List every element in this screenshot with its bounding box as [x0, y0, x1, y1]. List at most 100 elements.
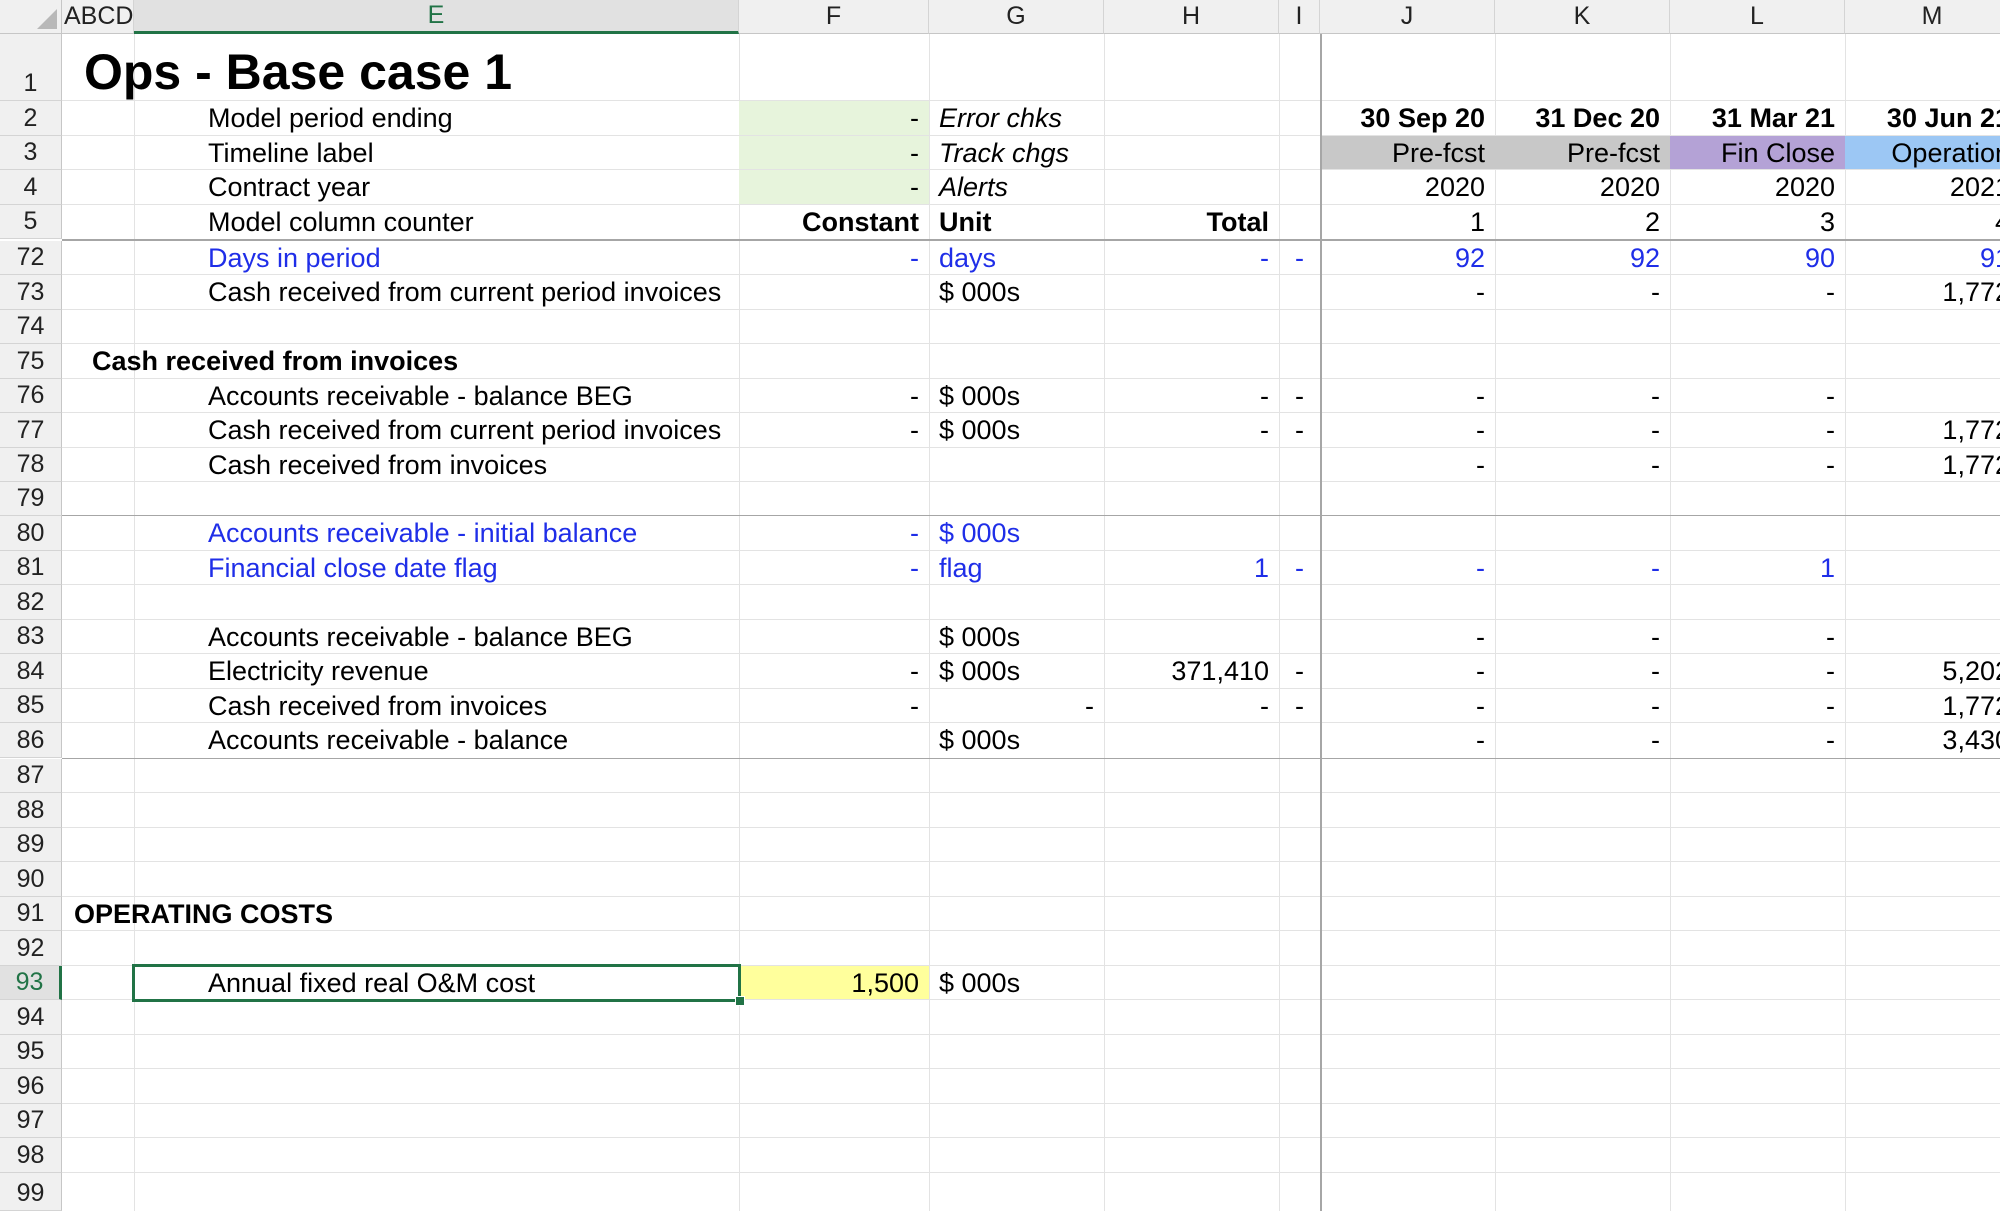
label-cell[interactable]: Cash received from current period invoic…: [134, 413, 739, 448]
total-cell[interactable]: -: [1104, 413, 1279, 448]
value-cell[interactable]: -: [1495, 275, 1670, 310]
value-cell[interactable]: -: [1495, 689, 1670, 723]
timeline-label-cell[interactable]: Operation: [1845, 136, 2000, 170]
row-header[interactable]: 75: [0, 344, 62, 379]
label-cell[interactable]: Accounts receivable - initial balance: [134, 516, 739, 551]
label-cell[interactable]: Contract year: [134, 170, 739, 205]
row-header[interactable]: 99: [0, 1173, 62, 1211]
unit-cell[interactable]: days: [929, 241, 1104, 275]
value-cell[interactable]: -: [1320, 275, 1495, 310]
unit-cell[interactable]: $ 000s: [929, 275, 1104, 310]
label-cell[interactable]: Electricity revenue: [134, 654, 739, 689]
value-cell[interactable]: -: [1670, 413, 1845, 448]
row-header[interactable]: 4: [0, 170, 62, 205]
unit-cell[interactable]: flag: [929, 551, 1104, 585]
alerts-label[interactable]: Alerts: [929, 170, 1104, 205]
column-header-e[interactable]: E: [134, 0, 739, 34]
check-cell[interactable]: -: [1279, 379, 1320, 413]
row-header[interactable]: 94: [0, 1000, 62, 1035]
timeline-label-cell[interactable]: Pre-fcst: [1495, 136, 1670, 170]
row-header[interactable]: 2: [0, 101, 62, 136]
row-header[interactable]: 79: [0, 482, 62, 516]
value-cell[interactable]: -: [1495, 413, 1670, 448]
row-header[interactable]: 72: [0, 241, 62, 275]
value-cell[interactable]: 5,202: [1845, 654, 2000, 689]
period-date[interactable]: 31 Mar 21: [1670, 101, 1845, 136]
row-header[interactable]: 76: [0, 379, 62, 413]
active-cell-selection[interactable]: [132, 964, 741, 1002]
value-cell[interactable]: 2021: [1845, 170, 2000, 205]
total-cell[interactable]: -: [1104, 379, 1279, 413]
label-cell[interactable]: Financial close date flag: [134, 551, 739, 585]
value-cell[interactable]: 91: [1845, 241, 2000, 275]
value-cell[interactable]: -: [1670, 689, 1845, 723]
row-header[interactable]: 84: [0, 654, 62, 689]
value-cell[interactable]: -: [1495, 620, 1670, 654]
row-header-selected[interactable]: 93: [0, 966, 62, 1000]
fill-handle[interactable]: [735, 996, 745, 1006]
section-subheading[interactable]: Cash received from invoices: [84, 344, 684, 379]
value-cell[interactable]: -: [1845, 620, 2000, 654]
total-cell[interactable]: 371,410: [1104, 654, 1279, 689]
check-cell[interactable]: -: [1279, 689, 1320, 723]
value-cell[interactable]: -: [1845, 551, 2000, 585]
value-cell[interactable]: 3: [1670, 205, 1845, 239]
label-cell[interactable]: Cash received from current period invoic…: [134, 275, 739, 310]
value-cell[interactable]: 3,430: [1845, 723, 2000, 758]
check-cell[interactable]: -: [739, 101, 929, 136]
row-header[interactable]: 89: [0, 828, 62, 862]
row-header[interactable]: 74: [0, 310, 62, 344]
column-header-i[interactable]: I: [1279, 0, 1320, 34]
value-cell[interactable]: -: [1670, 654, 1845, 689]
label-cell[interactable]: Cash received from invoices: [134, 448, 739, 482]
row-header[interactable]: 87: [0, 759, 62, 793]
select-all-corner[interactable]: [0, 0, 62, 34]
column-header-k[interactable]: K: [1495, 0, 1670, 34]
header-constant[interactable]: Constant: [739, 205, 929, 239]
header-total[interactable]: Total: [1104, 205, 1279, 239]
unit-cell[interactable]: $ 000s: [929, 413, 1104, 448]
label-cell[interactable]: Model column counter: [134, 205, 739, 239]
row-header[interactable]: 96: [0, 1069, 62, 1104]
timeline-label-cell[interactable]: Pre-fcst: [1320, 136, 1495, 170]
row-header[interactable]: 1: [0, 34, 62, 101]
label-cell[interactable]: Timeline label: [134, 136, 739, 170]
value-cell[interactable]: -: [739, 379, 929, 413]
value-cell[interactable]: -: [1670, 379, 1845, 413]
check-cell[interactable]: -: [1279, 551, 1320, 585]
total-cell[interactable]: 1: [1104, 551, 1279, 585]
row-header[interactable]: 98: [0, 1138, 62, 1173]
value-cell[interactable]: 1,772: [1845, 275, 2000, 310]
value-cell[interactable]: -: [739, 654, 929, 689]
input-cell[interactable]: 1,500: [739, 966, 929, 1000]
value-cell[interactable]: -: [1670, 448, 1845, 482]
value-cell[interactable]: -: [1495, 448, 1670, 482]
row-header[interactable]: 90: [0, 862, 62, 897]
row-header[interactable]: 92: [0, 931, 62, 966]
row-header[interactable]: 97: [0, 1104, 62, 1138]
value-cell[interactable]: 92: [1320, 241, 1495, 275]
row-header[interactable]: 80: [0, 516, 62, 551]
label-cell[interactable]: Model period ending: [134, 101, 739, 136]
value-cell[interactable]: 92: [1495, 241, 1670, 275]
column-header-j[interactable]: J: [1320, 0, 1495, 34]
row-header[interactable]: 85: [0, 689, 62, 723]
row-header[interactable]: 86: [0, 723, 62, 758]
check-cell[interactable]: -: [1279, 654, 1320, 689]
value-cell[interactable]: -: [1320, 654, 1495, 689]
row-header[interactable]: 78: [0, 448, 62, 482]
value-cell[interactable]: 2020: [1670, 170, 1845, 205]
value-cell[interactable]: -: [1320, 689, 1495, 723]
value-cell[interactable]: 1,772: [1845, 689, 2000, 723]
check-cell[interactable]: -: [1279, 413, 1320, 448]
value-cell[interactable]: -: [1495, 654, 1670, 689]
column-header-abcd[interactable]: ABCD: [62, 0, 134, 34]
row-header[interactable]: 82: [0, 585, 62, 620]
value-cell[interactable]: 2: [1495, 205, 1670, 239]
row-header[interactable]: 73: [0, 275, 62, 310]
value-cell[interactable]: 1,772: [1845, 448, 2000, 482]
label-cell[interactable]: Accounts receivable - balance BEG: [134, 620, 739, 654]
timeline-label-cell[interactable]: Fin Close: [1670, 136, 1845, 170]
value-cell[interactable]: -: [739, 241, 929, 275]
row-header[interactable]: 88: [0, 793, 62, 828]
